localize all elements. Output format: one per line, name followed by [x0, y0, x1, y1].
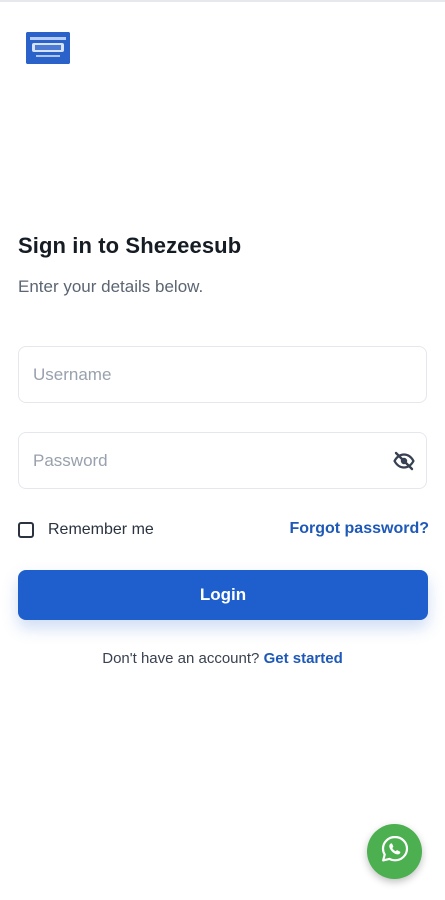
remember-me-checkbox[interactable]	[18, 522, 34, 538]
username-field-container	[18, 346, 427, 403]
login-button[interactable]: Login	[18, 570, 428, 620]
get-started-link[interactable]: Get started	[264, 650, 343, 667]
signup-prompt-text: Don't have an account?	[102, 650, 260, 667]
password-input[interactable]	[33, 433, 373, 488]
password-field-container	[18, 432, 427, 489]
whatsapp-button[interactable]	[367, 824, 422, 879]
signup-prompt: Don't have an account? Get started	[0, 650, 445, 667]
page-subtitle: Enter your details below.	[18, 277, 204, 296]
sign-in-page: Sign in to Shezeesub Enter your details …	[0, 0, 445, 900]
whatsapp-icon	[379, 833, 411, 870]
eye-off-icon[interactable]	[392, 449, 416, 473]
remember-me-label: Remember me	[48, 521, 154, 538]
username-input[interactable]	[33, 347, 373, 402]
remember-me-toggle[interactable]: Remember me	[18, 519, 154, 541]
forgot-password-link[interactable]: Forgot password?	[289, 520, 429, 538]
page-title: Sign in to Shezeesub	[18, 233, 242, 258]
brand-logo	[26, 32, 70, 64]
top-divider	[0, 0, 445, 2]
